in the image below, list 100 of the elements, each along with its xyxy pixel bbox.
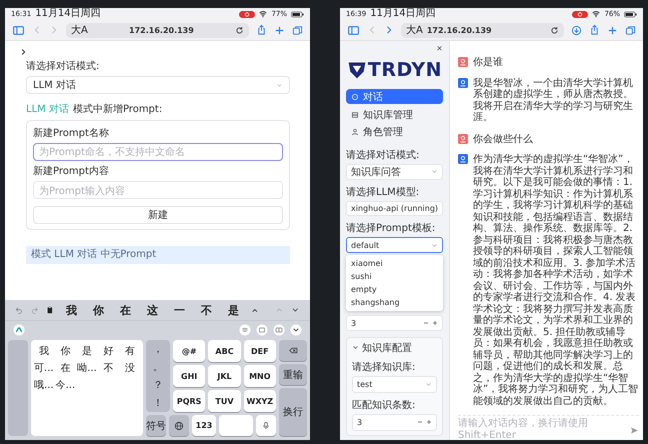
toolbar-icon[interactable] — [239, 324, 251, 336]
enter-key[interactable]: 换行 — [279, 388, 307, 436]
candidate-word[interactable]: 我 — [66, 302, 78, 318]
candidate-word[interactable]: 你 — [54, 344, 76, 361]
candidate-word[interactable]: 不 — [98, 361, 120, 378]
dictation-key[interactable] — [256, 415, 276, 436]
plus-icon[interactable] — [432, 320, 438, 326]
candidate-word[interactable]: 今... — [54, 378, 76, 395]
shield-logo-icon — [346, 60, 367, 80]
candidate-word[interactable]: 哦... — [33, 378, 55, 395]
keyboard-logo-icon[interactable] — [13, 324, 25, 336]
letter-key[interactable]: JKL — [208, 365, 241, 387]
text-size-button[interactable]: 大A — [406, 23, 423, 37]
letter-key[interactable]: GHI — [173, 365, 206, 387]
bot-avatar-icon — [458, 78, 468, 88]
select-field[interactable]: xinghuo-api (running) — [346, 200, 443, 216]
expand-sidebar-icon[interactable] — [19, 47, 28, 57]
hide-keyboard-icon[interactable] — [290, 324, 302, 336]
sidebar-icon[interactable] — [347, 24, 360, 36]
nav-item[interactable]: 对话 — [346, 89, 443, 104]
field-label: 请选择LLM模型: — [346, 186, 420, 199]
text-size-button[interactable]: 大A — [71, 23, 88, 37]
dropdown-option[interactable]: shangshang — [346, 296, 443, 310]
reload-icon[interactable] — [235, 26, 244, 34]
dropdown-option[interactable]: sushi — [346, 270, 443, 284]
status-date: 11月14日周四 — [370, 8, 436, 20]
select-field[interactable]: test — [352, 376, 437, 393]
wifi-icon — [592, 10, 600, 18]
candidate-word[interactable]: 不 — [201, 302, 212, 318]
share-icon[interactable] — [256, 24, 267, 36]
letter-key[interactable]: DEF — [244, 340, 276, 362]
new-tab-icon[interactable] — [607, 24, 618, 36]
new-tab-icon[interactable] — [274, 24, 285, 36]
close-icon[interactable] — [436, 45, 443, 52]
nav-item[interactable]: 角色管理 — [346, 124, 443, 140]
punctuation-key[interactable]: ！ — [153, 396, 163, 410]
create-button[interactable]: 新建 — [33, 206, 283, 224]
tabs-icon[interactable] — [625, 24, 636, 36]
letter-key[interactable]: TUV — [208, 390, 241, 412]
letter-key[interactable]: MNO — [244, 365, 276, 387]
dropdown-option[interactable]: empty — [346, 283, 443, 296]
address-bar[interactable]: 大A 172.16.20.139 — [66, 22, 249, 38]
letter-key[interactable]: WXYZ — [244, 390, 276, 412]
person-icon — [351, 128, 359, 136]
letter-key[interactable]: ABC — [208, 340, 241, 362]
number-field[interactable]: 3 — [352, 414, 437, 431]
send-icon[interactable] — [630, 426, 639, 435]
candidate-word[interactable]: 一 — [174, 302, 186, 318]
candidate-word[interactable]: 没 — [119, 361, 141, 378]
input-field[interactable]: 为Prompt命名，不支持中文命名 — [33, 143, 283, 161]
candidate-word[interactable]: 在 — [54, 361, 76, 378]
microphone-icon — [262, 421, 270, 430]
clipboard-icon[interactable] — [46, 305, 54, 315]
mode-select[interactable]: LLM 对话 — [26, 76, 290, 94]
candidate-word[interactable]: 可... — [33, 361, 55, 378]
numbers-key[interactable]: 123 — [192, 415, 216, 436]
chevron-down-icon — [431, 168, 438, 176]
chevron-down-icon — [431, 242, 438, 249]
candidate-word[interactable]: 你 — [93, 302, 104, 318]
nav-item[interactable]: 知识库管理 — [346, 107, 443, 122]
address-bar[interactable]: 大A 172.16.20.139 — [401, 22, 564, 38]
letter-key[interactable]: @# — [173, 340, 206, 362]
minus-icon[interactable] — [417, 419, 423, 426]
letter-key[interactable]: PQRS — [173, 390, 206, 412]
text-area[interactable]: 为Prompt输入内容 — [33, 181, 283, 199]
select-field[interactable]: default — [346, 237, 443, 254]
toolbar-icon[interactable] — [256, 324, 268, 336]
globe-key[interactable] — [169, 415, 189, 436]
candidate-word[interactable]: 有 — [119, 344, 141, 361]
tabs-icon[interactable] — [292, 24, 303, 36]
database-icon — [351, 110, 359, 119]
punctuation-key[interactable]: ？ — [153, 378, 163, 392]
share-icon[interactable] — [589, 24, 600, 36]
toolbar-icon[interactable] — [273, 324, 285, 336]
url-text: 172.16.20.139 — [426, 26, 493, 34]
punctuation-key[interactable]: ， — [153, 342, 163, 356]
undo-icon[interactable] — [15, 306, 23, 314]
candidate-word[interactable]: 是 — [76, 344, 98, 361]
redo-icon[interactable] — [30, 306, 38, 314]
select-field[interactable]: 知识库问答 — [346, 164, 443, 180]
candidate-word[interactable]: 是 — [228, 302, 240, 318]
candidate-word[interactable]: 我 — [33, 344, 55, 361]
symbols-key[interactable]: 符号 — [146, 415, 166, 436]
candidate-word[interactable]: 呦... — [76, 361, 98, 378]
download-icon[interactable] — [571, 24, 582, 36]
chevron-down-icon[interactable] — [352, 344, 359, 352]
delete-key[interactable] — [279, 340, 307, 361]
candidate-word[interactable]: 好 — [98, 344, 120, 361]
number-field[interactable]: 3 — [346, 315, 443, 331]
reset-key[interactable]: 重输 — [279, 364, 307, 385]
candidate-word[interactable]: 这 — [147, 302, 158, 318]
plus-icon[interactable] — [426, 419, 432, 426]
field-label: 匹配知识条数: — [352, 398, 416, 412]
candidate-word[interactable]: 在 — [120, 302, 132, 318]
reload-icon[interactable] — [550, 26, 559, 34]
section-heading: 模式中新增Prompt: — [72, 102, 162, 116]
dropdown-option[interactable]: xiaomei — [346, 257, 443, 270]
punctuation-key[interactable]: 。 — [153, 360, 163, 374]
minus-icon[interactable] — [423, 320, 429, 326]
sidebar-icon[interactable] — [12, 24, 25, 36]
